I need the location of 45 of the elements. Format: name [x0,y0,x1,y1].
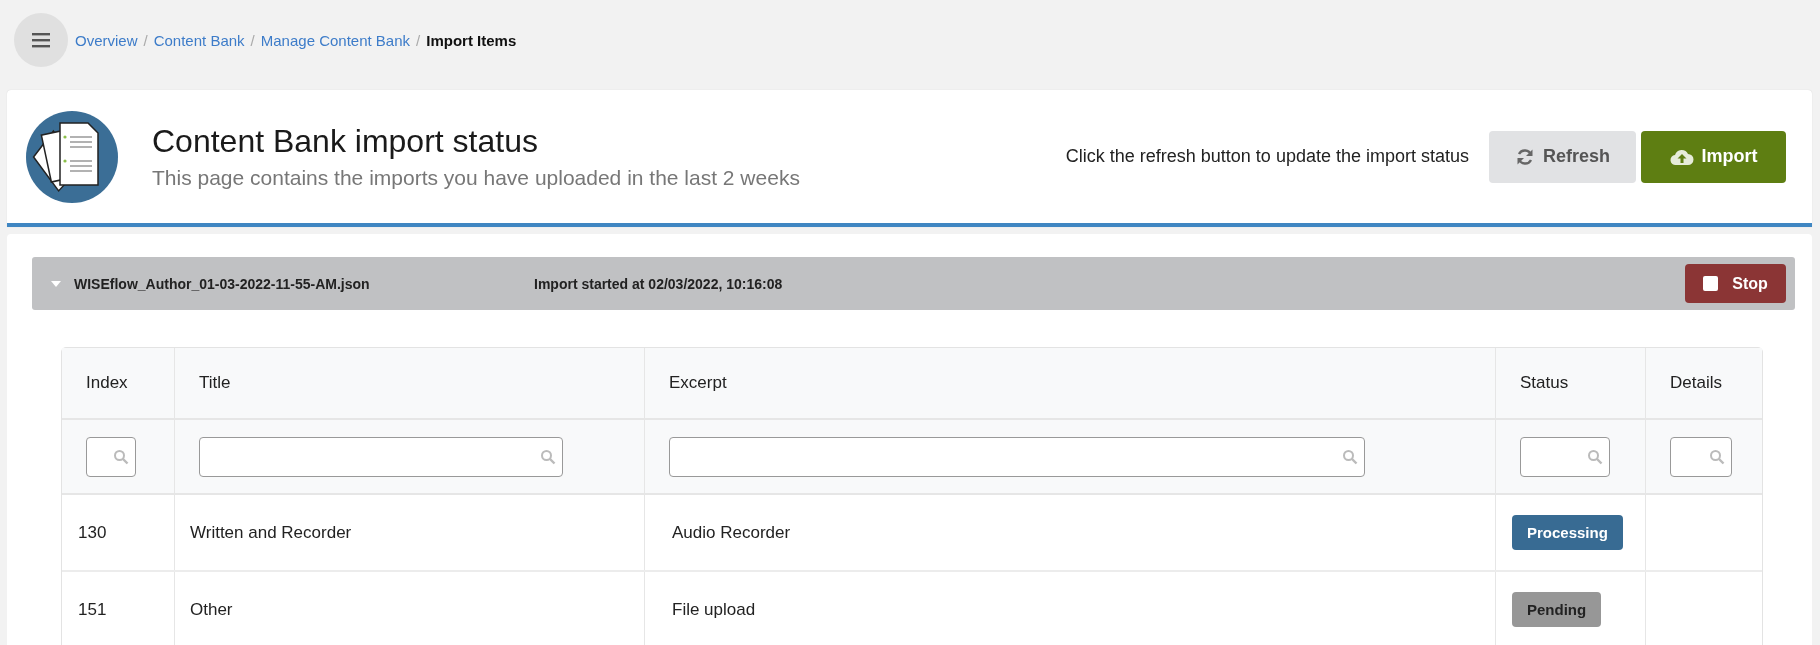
import-button[interactable]: Import [1641,130,1786,183]
documents-icon [26,110,118,203]
cloud-upload-icon [1669,147,1694,166]
column-header: Title [175,348,645,418]
breadcrumb-link[interactable]: Manage Content Bank [260,31,411,49]
table-cell: File upload [672,599,756,620]
status-badge: Pending [1512,592,1602,627]
refresh-hint: Click the refresh button to update the import status [1065,146,1469,167]
file-name: WISEflow_Author_01-03-2022-11-55-AM.json [74,275,371,292]
table-cell: 151 [78,599,107,620]
breadcrumb-separator: / [416,31,421,49]
breadcrumb-link[interactable]: Content Bank [153,31,245,49]
column-header: Details [1669,372,1723,394]
table-cell: Audio Recorder [672,522,791,543]
table-cell: Other [190,599,233,620]
column-header: Status [1496,348,1646,418]
search-icon [113,448,129,465]
import-started-text: Import started at 02/03/2022, 10:16:08 [534,275,784,292]
breadcrumb-separator: / [250,31,255,49]
search-icon [540,448,556,465]
refresh-icon [1515,146,1535,167]
caret-icon[interactable] [50,279,62,288]
status-badge: Processing [1512,515,1623,550]
breadcrumb-link[interactable]: Overview [75,31,138,49]
filter-field[interactable] [199,436,563,477]
filter-field[interactable] [86,436,136,477]
breadcrumb-current: Import Items [426,31,517,49]
table-cell: Written and Recorder [190,522,352,543]
search-icon [1709,448,1725,465]
stop-icon [1703,276,1719,291]
filter-field[interactable] [669,436,1365,477]
refresh-button[interactable]: Refresh [1489,130,1636,183]
filter-field[interactable] [1670,436,1732,477]
table-cell: 130 [78,522,107,543]
search-icon [1342,448,1358,465]
breadcrumb-separator: / [143,31,148,49]
page-title: Content Bank import status [152,123,539,160]
filter-field[interactable] [1520,436,1610,477]
menu-button[interactable] [14,13,68,67]
menu-icon [32,32,50,48]
search-icon [1587,448,1603,465]
column-header: Index [62,348,175,418]
page-subtitle: This page contains the imports you have uploaded in the last 2 weeks [152,166,801,190]
column-header: Excerpt [645,348,1496,418]
stop-button[interactable]: Stop [1685,264,1786,303]
